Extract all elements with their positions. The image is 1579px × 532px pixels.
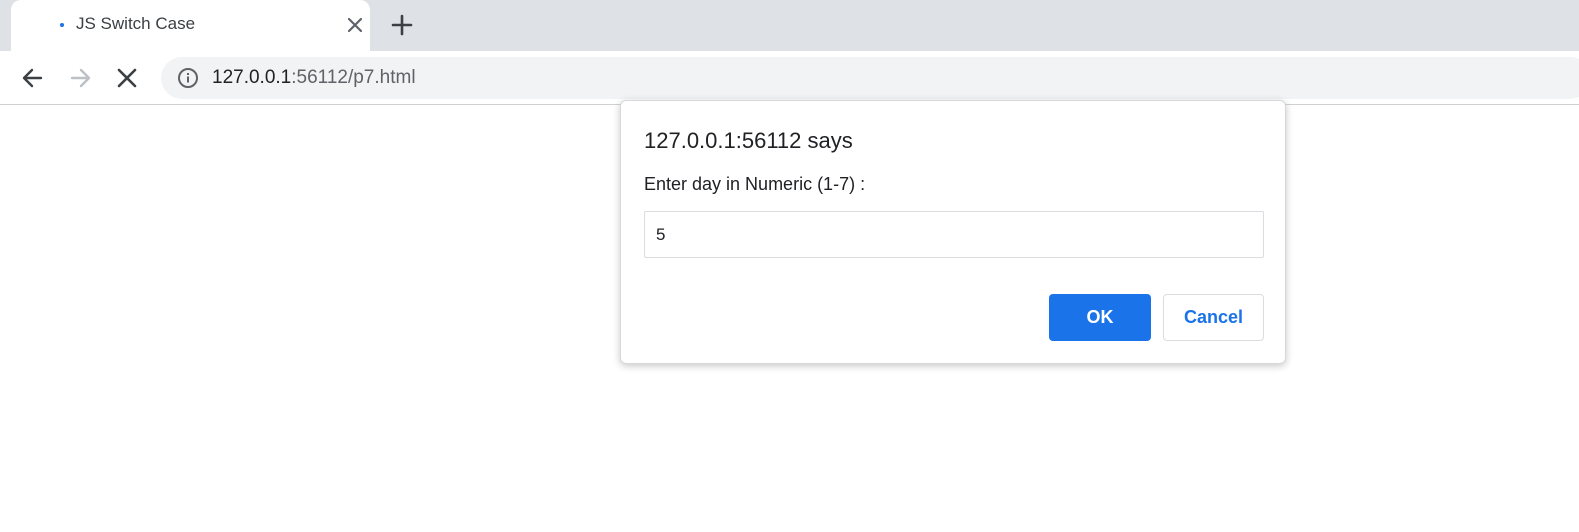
dialog-message: Enter day in Numeric (1-7) : bbox=[644, 174, 866, 194]
loading-dot-icon bbox=[60, 23, 64, 27]
tab-title: JS Switch Case bbox=[76, 14, 196, 33]
dialog-title: 127.0.0.1:56112 says bbox=[644, 128, 853, 153]
plus-icon[interactable] bbox=[388, 11, 416, 39]
address-bar[interactable]: 127.0.0.1:56112/p7.html bbox=[161, 57, 1579, 99]
cancel-button[interactable]: Cancel bbox=[1163, 294, 1264, 341]
url-text[interactable]: 127.0.0.1:56112/p7.html bbox=[212, 67, 416, 89]
tab-active[interactable]: JS Switch Case bbox=[11, 0, 370, 51]
browser-toolbar: 127.0.0.1:56112/p7.html bbox=[0, 51, 1579, 105]
stop-icon[interactable] bbox=[113, 64, 141, 92]
ok-button[interactable]: OK bbox=[1049, 294, 1151, 341]
tab-strip: JS Switch Case bbox=[0, 0, 1579, 51]
prompt-input[interactable] bbox=[644, 211, 1264, 258]
info-circle-icon[interactable] bbox=[177, 67, 199, 89]
close-icon[interactable] bbox=[344, 14, 366, 36]
arrow-right-icon[interactable] bbox=[66, 64, 94, 92]
arrow-left-icon[interactable] bbox=[19, 64, 47, 92]
prompt-dialog: 127.0.0.1:56112 says Enter day in Numeri… bbox=[620, 100, 1286, 364]
url-host: 127.0.0.1 bbox=[212, 67, 292, 88]
url-path: :56112/p7.html bbox=[291, 67, 416, 88]
